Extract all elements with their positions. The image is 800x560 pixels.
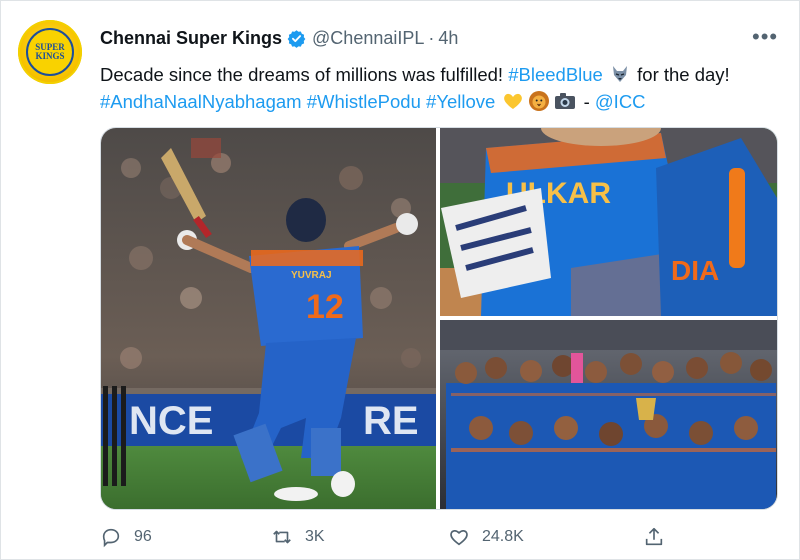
lion-emoji-icon	[528, 90, 550, 112]
jersey-text-india: DIA	[671, 255, 719, 286]
more-options-icon[interactable]: •••	[752, 24, 778, 50]
tweet-text-plain: Decade since the dreams of millions was …	[100, 64, 509, 85]
tweet-text: Decade since the dreams of millions was …	[100, 61, 790, 115]
avatar[interactable]: SUPER KINGS	[18, 20, 82, 84]
hashtag-bleedblue[interactable]: #BleedBlue	[508, 64, 603, 85]
camera-emoji-icon	[554, 90, 576, 112]
hashtag-andhanaal[interactable]: #AndhaNaalNyabhagam	[100, 91, 302, 112]
heart-icon	[450, 530, 468, 546]
separator-dot: ·	[428, 27, 435, 48]
like-count: 24.8K	[482, 528, 524, 545]
jersey-name-text: YUVRAJ	[291, 270, 332, 281]
media-photos: NCE RE YUVRAJ 12 ULKAR DIA	[101, 128, 777, 509]
share-icon	[645, 527, 663, 546]
retweet-count: 3K	[305, 528, 325, 545]
retweet-button[interactable]: 3K	[271, 526, 325, 548]
photo-team-trophy[interactable]	[440, 320, 777, 509]
reply-button[interactable]: 96	[100, 526, 152, 548]
verified-badge-icon	[287, 29, 306, 48]
yellow-heart-emoji-icon	[502, 90, 524, 112]
mention-icc[interactable]: @ICC	[595, 91, 646, 112]
reply-count: 96	[134, 528, 152, 545]
handle[interactable]: @ChennaiIPL	[312, 28, 424, 49]
advertising-board-text-left: NCE	[129, 399, 213, 443]
display-name[interactable]: Chennai Super Kings	[100, 28, 282, 49]
hashtag-whistlepodu[interactable]: #WhistlePodu	[307, 91, 421, 112]
tweet-actions: 96 3K 24.8K	[100, 522, 780, 558]
tweet-text-dash: -	[578, 91, 595, 112]
retweet-icon	[273, 530, 291, 544]
reply-icon	[102, 528, 120, 548]
share-button[interactable]	[643, 526, 665, 548]
tweet-text-after: for the day!	[632, 64, 730, 85]
avatar-logo: SUPER KINGS	[26, 28, 74, 76]
advertising-board-text-right: RE	[363, 399, 419, 443]
wolf-emoji-icon	[610, 64, 630, 84]
avatar-text-bottom: KINGS	[35, 51, 65, 61]
photo-batsman-celebration[interactable]: NCE RE YUVRAJ 12	[101, 128, 436, 509]
jersey-number-text: 12	[306, 288, 344, 326]
tweet-text-line-1: Decade since the dreams of millions was …	[100, 61, 790, 88]
tweet-text-line-2: #AndhaNaalNyabhagam #WhistlePodu #Yellov…	[100, 88, 790, 115]
tweet-header: Chennai Super Kings @ChennaiIPL · 4h	[100, 27, 458, 49]
media-grid[interactable]: NCE RE YUVRAJ 12 ULKAR DIA	[100, 127, 778, 510]
photo-jersey-embrace[interactable]: ULKAR DIA	[440, 128, 777, 316]
like-button[interactable]: 24.8K	[448, 526, 524, 548]
hashtag-yellove[interactable]: #Yellove	[426, 91, 495, 112]
timestamp[interactable]: 4h	[438, 28, 458, 49]
